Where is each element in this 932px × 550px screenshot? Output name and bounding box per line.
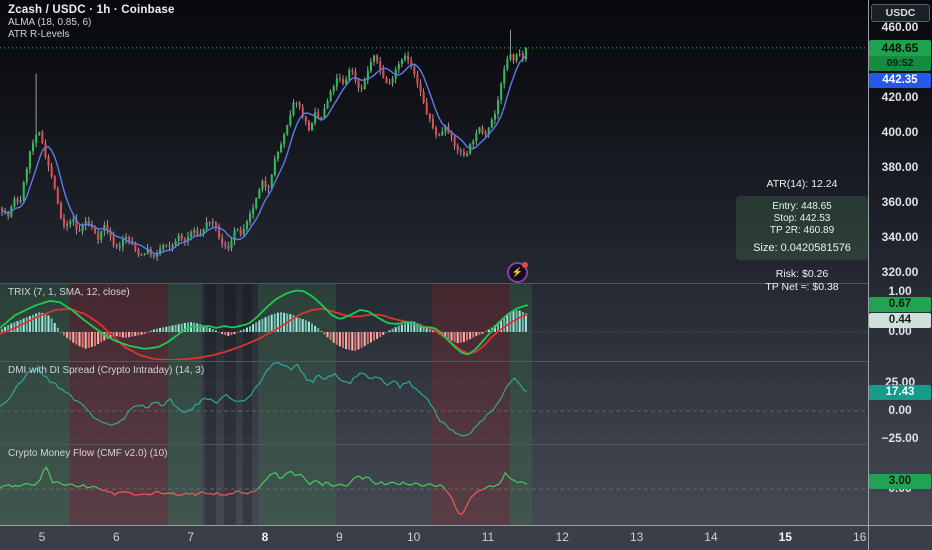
candles-layer[interactable] [1,29,527,261]
indicator-legend-atr[interactable]: ATR R-Levels [8,29,70,40]
dmi-value-box: 17.43 [869,385,931,400]
bar-countdown: 09:52 [869,56,931,71]
atr-info-panel: ATR(14): 12.24 Entry: 448.65 Stop: 442.5… [736,178,868,294]
price-tick-label: 340.00 [881,230,919,244]
pane-separator-2[interactable] [0,361,868,362]
atr-value-line: ATR(14): 12.24 [766,178,838,190]
tp-line: TP 2R: 460.89 [769,225,835,236]
chart-window: Zcash / USDC · 1h · Coinbase ALMA (18, 0… [0,0,932,550]
time-axis-label: 13 [629,530,644,544]
size-line: Size: 0.0420581576 [753,242,851,254]
price-tick-label: 380.00 [881,160,919,174]
stop-line: Stop: 442.53 [773,213,831,224]
tp-net-line: TP Net ≈: $0.38 [765,281,839,293]
dmi-tick-label: −25.00 [881,431,919,445]
time-axis-label: 10 [406,530,421,544]
last-price-value: 448.65 [869,40,931,56]
time-axis-label: 5 [38,530,46,544]
event-lightning-icon[interactable]: ⚡ [507,262,528,283]
dmi-pane-title[interactable]: DMI with DI Spread (Crypto Intraday) (14… [8,365,204,376]
time-axis-label: 9 [335,530,343,544]
alma-line [1,55,527,255]
time-axis-label: 8 [261,530,269,544]
time-axis[interactable]: 5 6 7 8 9 10 11 12 13 14 15 16 [0,525,932,550]
risk-line: Risk: $0.26 [775,268,829,280]
lightning-glyph: ⚡ [511,267,524,277]
alert-price-box: 442.35 [869,73,931,88]
price-tick-label: 420.00 [881,90,919,104]
trix-tick-label: 1.00 [888,284,912,298]
indicator-legend-alma[interactable]: ALMA (18, 0.85, 6) [8,17,91,28]
cmf-pane-title[interactable]: Crypto Money Flow (CMF v2.0) (10) [8,448,167,459]
trix-signal-value-box: 0.44 [869,313,931,328]
price-tick-label: 460.00 [881,20,919,34]
last-price-box: 448.65 09:52 [869,40,931,71]
time-axis-label: 11 [481,530,495,544]
time-axis-label: 7 [187,530,194,544]
time-axis-label: 6 [112,530,120,544]
price-tick-label: 360.00 [881,195,919,209]
time-axis-label: 14 [704,530,718,544]
trix-value-box: 0.67 [869,297,931,312]
dmi-tick-label: 0.00 [888,403,912,417]
event-notification-dot [522,262,528,268]
trix-pane-title[interactable]: TRIX (7, 1, SMA, 12, close) [8,287,130,298]
time-axis-label: 16 [852,530,867,544]
currency-toggle-button[interactable]: USDC [871,4,930,22]
price-tick-label: 320.00 [881,265,919,279]
price-tick-label: 400.00 [881,125,919,139]
trade-levels-box: Entry: 448.65 Stop: 442.53 TP 2R: 460.89… [736,196,868,260]
time-axis-label: 12 [555,530,569,544]
cmf-value-box: 3.00 [869,474,931,489]
symbol-title[interactable]: Zcash / USDC · 1h · Coinbase [8,4,175,16]
entry-line: Entry: 448.65 [772,201,832,212]
pane-separator-3[interactable] [0,444,868,445]
time-axis-label: 15 [778,530,792,544]
